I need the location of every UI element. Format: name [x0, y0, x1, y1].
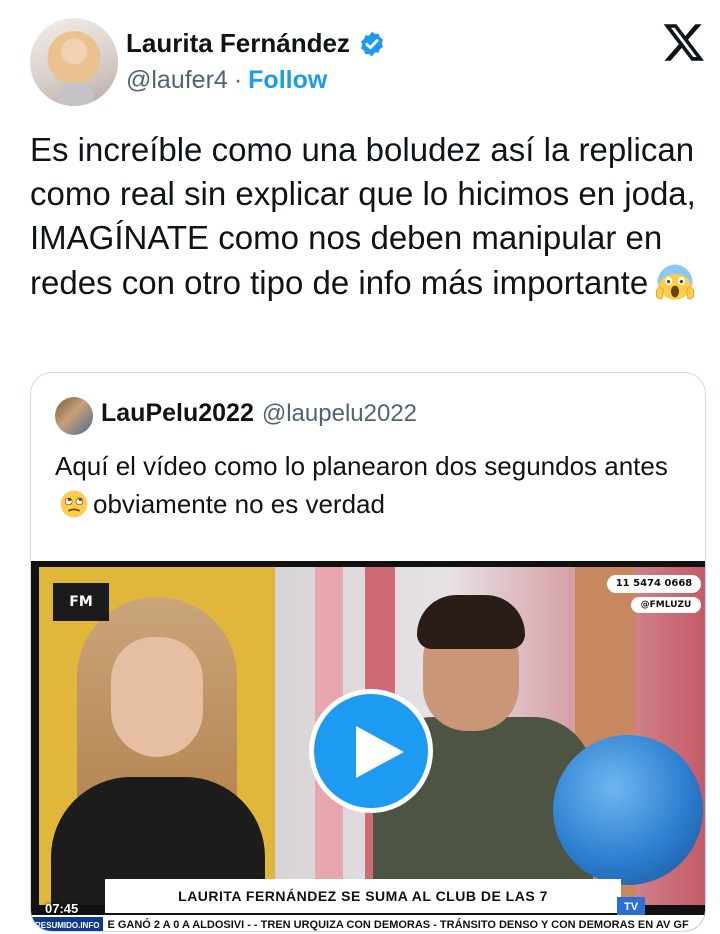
quoted-tweet[interactable]: LauPelu2022 @laupelu2022 Aquí el vídeo c… [30, 372, 706, 932]
separator-dot: · [233, 66, 243, 94]
woman-face-shape [111, 637, 203, 757]
globe-shape [553, 735, 703, 885]
social-handle-badge: @FMLUZU [631, 597, 701, 613]
quoted-author-row: LauPelu2022 @laupelu2022 [101, 399, 417, 428]
tweet-body: Es increíble como una boludez así la rep… [30, 131, 696, 301]
video-player[interactable]: FM 11 5474 0668 @FMLUZU LAURITA FERNÁNDE… [31, 561, 705, 931]
verified-badge-icon [360, 31, 383, 56]
ticker-source: RESUMIDO.INFO [31, 917, 104, 931]
video-timestamp: 07:45 [45, 901, 79, 916]
author-name-row: Laurita Fernández [126, 28, 386, 59]
screaming-face-emoji-icon [656, 264, 695, 300]
video-left-panel: FM [39, 567, 275, 905]
lower-third-caption: LAURITA FERNÁNDEZ SE SUMA AL CLUB DE LAS… [105, 879, 621, 913]
quoted-display-name[interactable]: LauPelu2022 [101, 399, 254, 428]
rolling-eyes-emoji-icon [60, 490, 88, 518]
quoted-handle[interactable]: @laupelu2022 [262, 400, 417, 428]
author-handle[interactable]: @laufer4 [126, 66, 228, 95]
quoted-author-avatar[interactable] [55, 397, 93, 435]
station-logo: FM [53, 583, 109, 621]
ticker-text: E GANÓ 2 A 0 A ALDOSIVI - - TREN URQUIZA… [107, 919, 689, 931]
quoted-text-part2: obviamente no es verdad [93, 489, 385, 519]
play-button[interactable] [309, 689, 433, 813]
quoted-text-part1: Aquí el vídeo como lo planearon dos segu… [55, 451, 668, 481]
author-avatar[interactable] [30, 18, 118, 106]
channel-badge: TV [617, 897, 645, 917]
phone-number-badge: 11 5474 0668 [607, 575, 701, 593]
follow-button[interactable]: Follow [248, 66, 327, 95]
play-icon [356, 726, 404, 778]
author-display-name[interactable]: Laurita Fernández [126, 28, 350, 59]
man-hair-shape [417, 595, 525, 649]
x-logo-icon[interactable] [662, 20, 706, 64]
tweet-card: Laurita Fernández @laufer4 · Follow Es i… [0, 0, 720, 934]
quoted-text: Aquí el vídeo como lo planearon dos segu… [55, 447, 685, 523]
news-ticker: RESUMIDO.INFO E GANÓ 2 A 0 A ALDOSIVI - -… [31, 915, 705, 931]
tweet-text: Es increíble como una boludez así la rep… [30, 128, 700, 305]
author-handle-row: @laufer4 · Follow [126, 66, 327, 95]
